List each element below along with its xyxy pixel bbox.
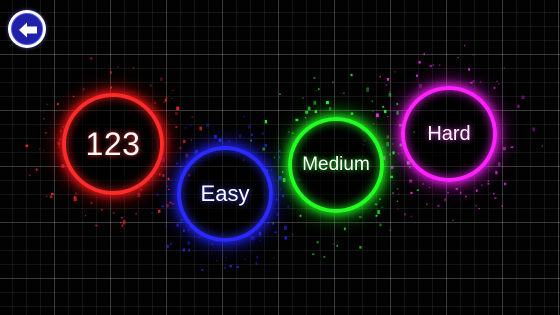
mode-123-label: 123: [85, 125, 141, 162]
game-screen: 123 Easy Medium Hard: [0, 0, 560, 315]
mode-medium-button[interactable]: Medium: [288, 117, 384, 213]
mode-easy-label: Easy: [200, 181, 250, 206]
back-arrow-icon: [19, 22, 37, 38]
mode-hard-label: Hard: [427, 122, 471, 145]
mode-123-button[interactable]: 123: [62, 93, 164, 195]
mode-easy-button[interactable]: Easy: [177, 146, 273, 242]
mode-medium-label: Medium: [302, 154, 370, 175]
back-button[interactable]: [8, 10, 46, 48]
mode-hard-button[interactable]: Hard: [401, 86, 497, 182]
back-button-face: [11, 13, 43, 45]
